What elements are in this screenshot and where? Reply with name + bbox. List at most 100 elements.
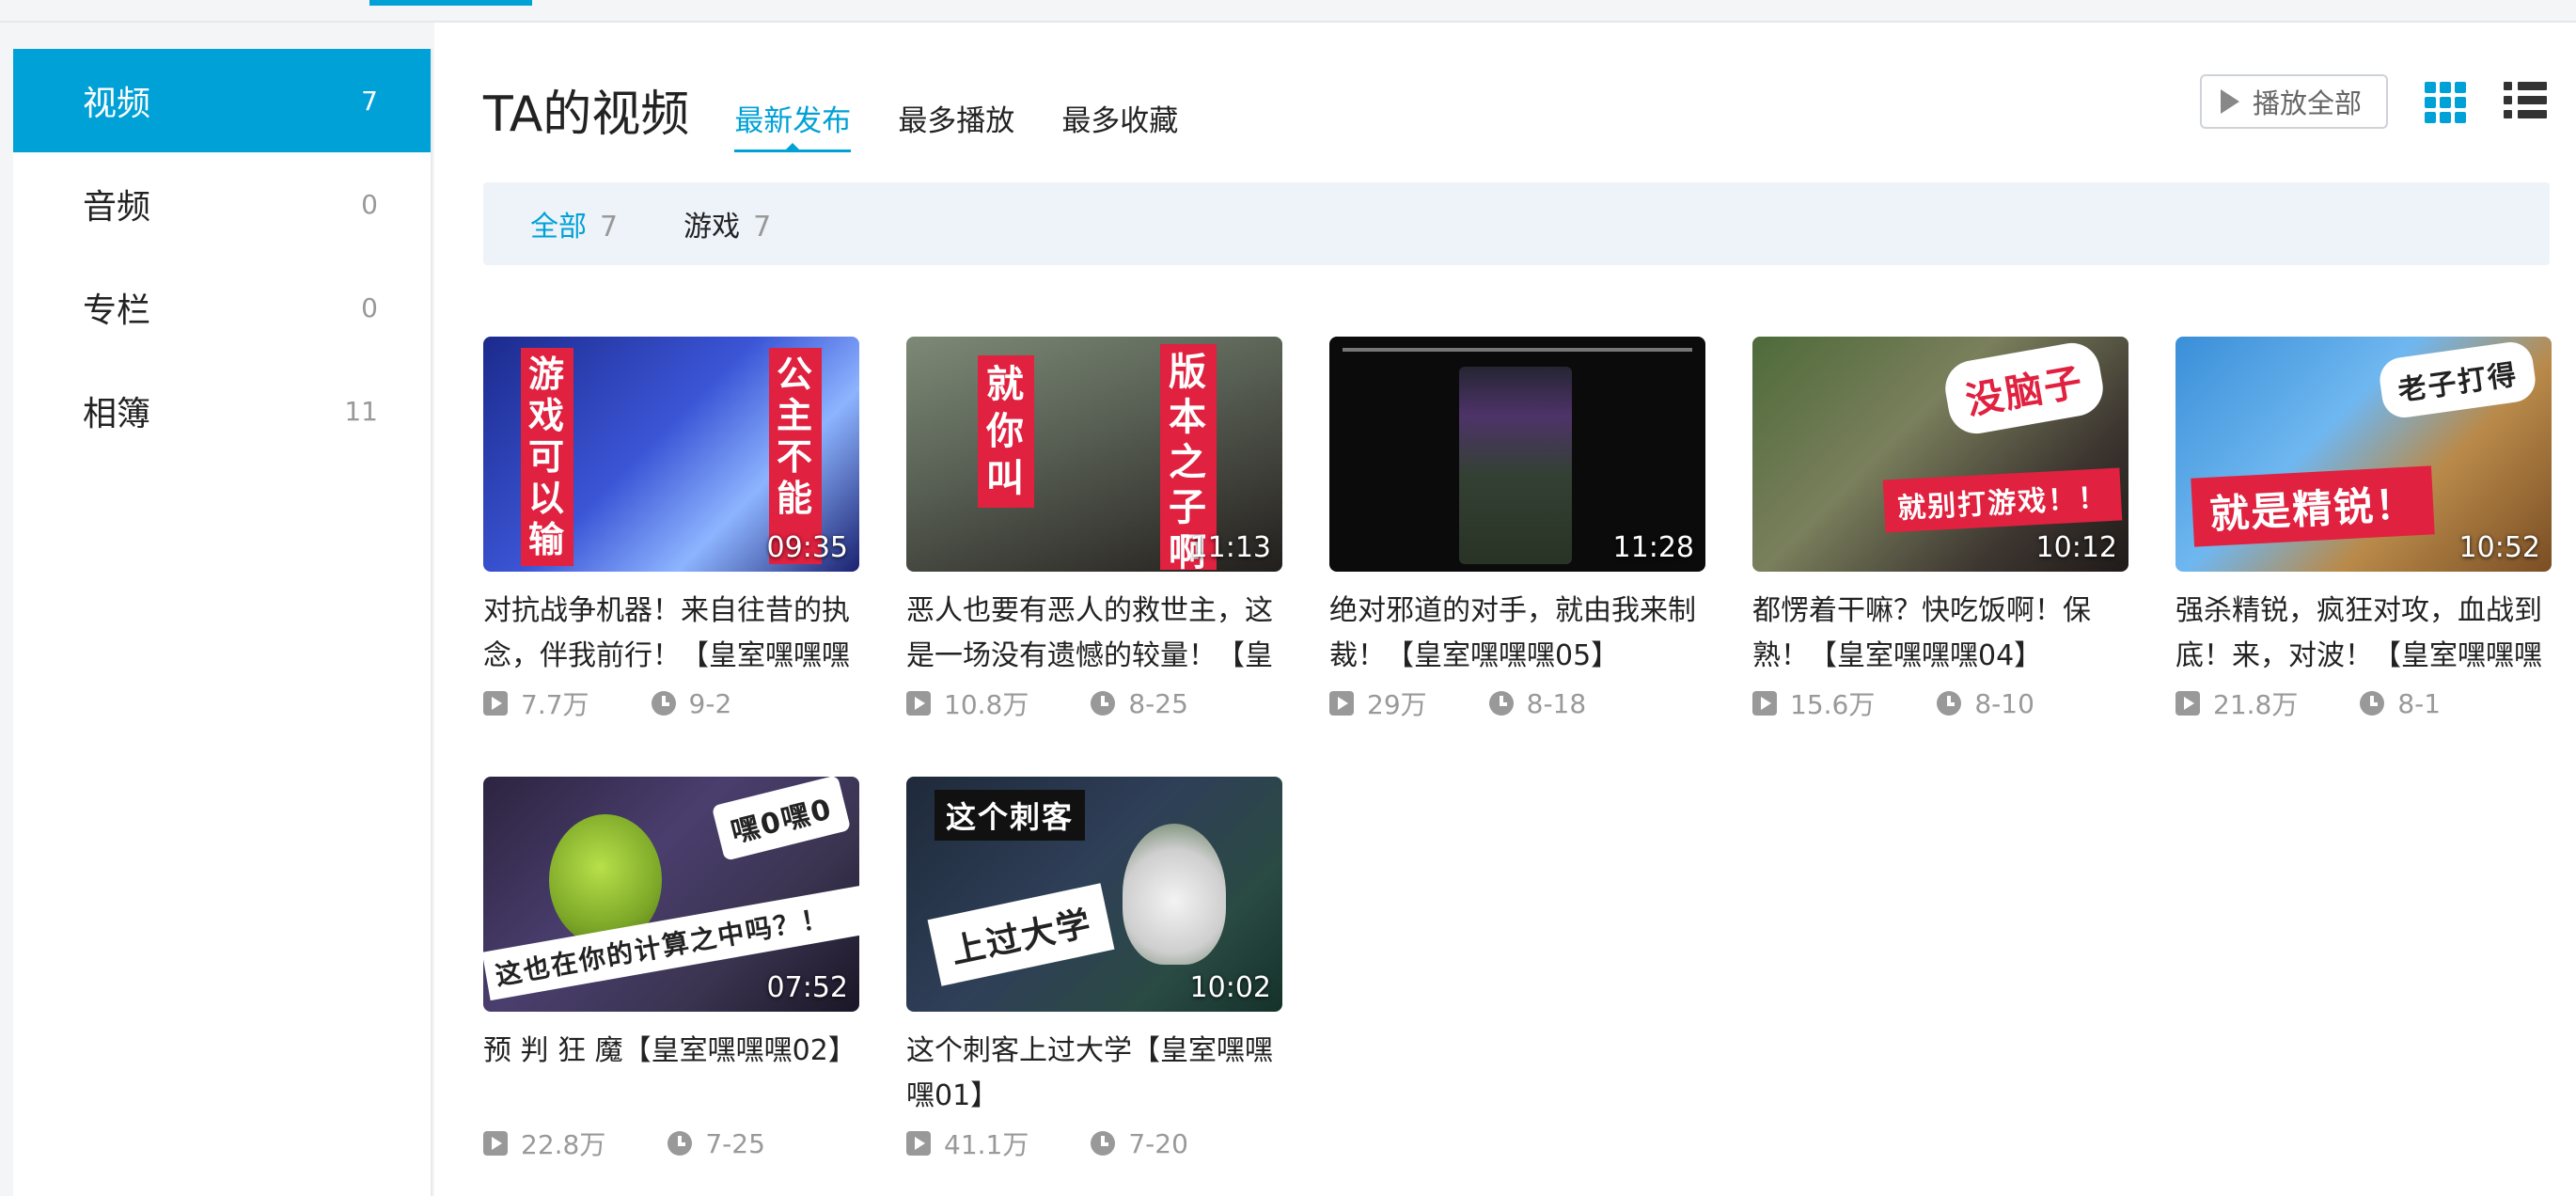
play-count: 22.8万 (521, 1129, 606, 1160)
video-duration: 10:52 (2458, 531, 2540, 564)
tab-most-favorited[interactable]: 最多收藏 (1061, 97, 1178, 147)
play-count: 41.1万 (944, 1129, 1029, 1160)
video-thumbnail[interactable]: 没脑子 就别打游戏！！ 10:12 (1752, 337, 2128, 572)
sidebar-item-audio[interactable]: 音频 0 (13, 152, 431, 256)
sidebar: 视频 7 音频 0 专栏 0 相簿 11 (13, 49, 432, 1196)
sidebar-item-count: 0 (361, 188, 378, 220)
sidebar-item-video[interactable]: 视频 7 (13, 49, 431, 152)
video-meta: 41.1万 7-20 (906, 1125, 1282, 1162)
thumbnail-caption: 嘿0嘿0 (712, 777, 852, 861)
sidebar-item-count: 7 (361, 85, 378, 117)
page-title: TA的视频 (483, 87, 690, 143)
video-title[interactable]: 对抗战争机器！来自往昔的执念，伴我前行！【皇室嘿嘿嘿 (483, 589, 859, 679)
clock-icon (2360, 691, 2385, 716)
video-card[interactable]: 老子打得 就是精锐！ 10:52 强杀精锐，疯狂对攻，血战到底！来，对波！【皇室… (2175, 337, 2552, 722)
video-thumbnail[interactable]: 嘿0嘿0 这也在你的计算之中吗？！ 07:52 (483, 777, 859, 1012)
clock-icon (651, 691, 676, 716)
upload-date: 7-25 (705, 1127, 765, 1159)
video-title[interactable]: 强杀精锐，疯狂对攻，血战到底！来，对波！【皇室嘿嘿嘿 (2175, 589, 2552, 679)
video-duration: 10:12 (2035, 531, 2117, 564)
filter-count: 7 (753, 211, 772, 244)
filter-label: 全部 (530, 211, 587, 244)
play-all-label: 播放全部 (2253, 87, 2363, 119)
thumbnail-progress-line (1343, 348, 1692, 352)
section-header: TA的视频 最新发布 最多播放 最多收藏 (483, 74, 1225, 159)
video-meta: 7.7万 9-2 (483, 685, 859, 722)
filter-all[interactable]: 全部 7 (530, 203, 618, 244)
video-card[interactable]: 就你叫 版本之子啊 11:13 恶人也要有恶人的救世主，这是一场没有遗憾的较量！… (906, 337, 1282, 722)
clock-icon (1091, 691, 1116, 716)
clock-icon (1937, 691, 1962, 716)
video-card[interactable]: 11:28 绝对邪道的对手，就由我来制裁！【皇室嘿嘿嘿05】 29万 8-18 (1329, 337, 1705, 722)
tab-most-played[interactable]: 最多播放 (898, 97, 1014, 147)
list-view-icon[interactable] (2504, 82, 2547, 123)
video-duration: 07:52 (766, 971, 848, 1004)
video-meta: 29万 8-18 (1329, 685, 1705, 722)
thumbnail-caption: 就你叫 (978, 355, 1034, 508)
clock-icon (1488, 691, 1514, 716)
sidebar-item-album[interactable]: 相簿 11 (13, 359, 431, 463)
video-duration: 09:35 (766, 531, 848, 564)
tab-latest[interactable]: 最新发布 (734, 97, 852, 152)
video-title[interactable]: 绝对邪道的对手，就由我来制裁！【皇室嘿嘿嘿05】 (1329, 589, 1705, 679)
play-count: 15.6万 (1790, 689, 1876, 720)
clock-icon (1091, 1131, 1116, 1156)
video-meta: 22.8万 7-25 (483, 1125, 859, 1162)
upload-date: 8-18 (1526, 687, 1587, 719)
video-thumbnail[interactable]: 游戏可以输 公主不能 09:35 (483, 337, 859, 572)
sidebar-item-column[interactable]: 专栏 0 (13, 256, 431, 359)
video-title[interactable]: 这个刺客上过大学【皇室嘿嘿嘿01】 (906, 1029, 1282, 1119)
video-duration: 11:13 (1189, 531, 1271, 564)
video-title[interactable]: 都愣着干嘛？快吃饭啊！保熟！【皇室嘿嘿嘿04】 (1752, 589, 2128, 679)
video-title[interactable]: 预 判 狂 魔【皇室嘿嘿嘿02】 (483, 1029, 859, 1119)
video-card[interactable]: 没脑子 就别打游戏！！ 10:12 都愣着干嘛？快吃饭啊！保熟！【皇室嘿嘿嘿04… (1752, 337, 2128, 722)
video-thumbnail[interactable]: 老子打得 就是精锐！ 10:52 (2175, 337, 2552, 572)
video-thumbnail[interactable]: 就你叫 版本之子啊 11:13 (906, 337, 1282, 572)
sidebar-item-count: 11 (344, 395, 378, 427)
top-nav-active-indicator (369, 0, 532, 6)
clock-icon (668, 1131, 693, 1156)
play-count: 21.8万 (2213, 689, 2299, 720)
play-count-icon (483, 1131, 508, 1156)
video-card[interactable]: 这个刺客 上过大学 10:02 这个刺客上过大学【皇室嘿嘿嘿01】 41.1万 … (906, 777, 1282, 1162)
video-duration: 11:28 (1612, 531, 1694, 564)
video-thumbnail[interactable]: 这个刺客 上过大学 10:02 (906, 777, 1282, 1012)
filter-game[interactable]: 游戏 7 (683, 203, 771, 244)
upload-date: 8-1 (2397, 687, 2442, 719)
thumbnail-assassin-figure (1123, 824, 1226, 965)
play-count: 7.7万 (521, 689, 589, 720)
thumbnail-phone-screen (1459, 367, 1572, 564)
sidebar-item-label: 专栏 (83, 291, 151, 330)
thumbnail-caption: 没脑子 (1940, 338, 2108, 438)
upload-date: 7-20 (1128, 1127, 1188, 1159)
upload-date: 9-2 (688, 687, 732, 719)
video-meta: 21.8万 8-1 (2175, 685, 2552, 722)
thumbnail-caption: 老子打得 (2377, 338, 2538, 421)
video-duration: 10:02 (1189, 971, 1271, 1004)
video-card[interactable]: 嘿0嘿0 这也在你的计算之中吗？！ 07:52 预 判 狂 魔【皇室嘿嘿嘿02】… (483, 777, 859, 1162)
video-meta: 15.6万 8-10 (1752, 685, 2128, 722)
video-meta: 10.8万 8-25 (906, 685, 1282, 722)
main-content: TA的视频 最新发布 最多播放 最多收藏 播放全部 全部 7 游戏 7 游戏可以输 … (434, 23, 2576, 1196)
filter-label: 游戏 (683, 211, 741, 244)
video-title[interactable]: 恶人也要有恶人的救世主，这是一场没有遗憾的较量！【皇 (906, 589, 1282, 679)
play-count-icon (1329, 691, 1354, 716)
video-thumbnail[interactable]: 11:28 (1329, 337, 1705, 572)
play-count: 29万 (1367, 689, 1427, 720)
play-count-icon (1752, 691, 1777, 716)
play-count-icon (906, 691, 931, 716)
thumbnail-caption: 这个刺客 (935, 790, 1086, 841)
play-count-icon (483, 691, 508, 716)
play-icon (2221, 89, 2239, 114)
filter-count: 7 (600, 211, 619, 244)
video-card[interactable]: 游戏可以输 公主不能 09:35 对抗战争机器！来自往昔的执念，伴我前行！【皇室… (483, 337, 859, 722)
upload-date: 8-25 (1128, 687, 1188, 719)
play-all-button[interactable]: 播放全部 (2200, 74, 2388, 129)
upload-date: 8-10 (1974, 687, 2034, 719)
top-nav-strip (0, 0, 2576, 23)
play-count-icon (906, 1131, 931, 1156)
category-filter-bar: 全部 7 游戏 7 (483, 182, 2550, 265)
sidebar-item-label: 相簿 (83, 395, 151, 433)
grid-view-icon[interactable] (2425, 82, 2466, 123)
play-count: 10.8万 (944, 689, 1029, 720)
